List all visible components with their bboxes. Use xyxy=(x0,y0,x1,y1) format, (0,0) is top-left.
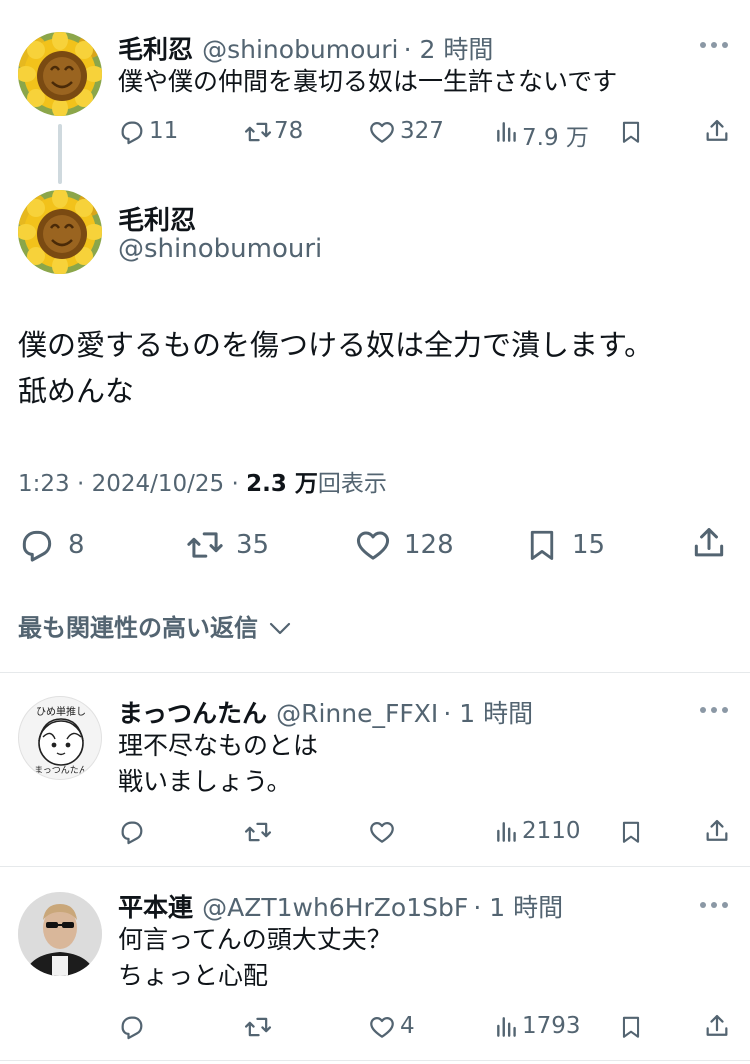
bookmark-icon[interactable] xyxy=(618,118,644,146)
retweet-icon[interactable] xyxy=(184,526,226,564)
divider xyxy=(0,672,750,673)
author-handle[interactable]: @AZT1wh6HrZo1SbF xyxy=(202,893,468,922)
retweet-icon[interactable] xyxy=(243,1013,273,1041)
share-icon[interactable] xyxy=(690,524,728,562)
like-icon[interactable] xyxy=(368,1013,396,1041)
reply-sort-label: 最も関連性の高い返信 xyxy=(18,614,258,642)
like-icon[interactable] xyxy=(368,818,396,846)
view-count: 2110 xyxy=(522,818,581,844)
drawn-face-avatar[interactable]: ひめ単推し まっつんたん xyxy=(18,696,102,780)
sunflower-avatar[interactable] xyxy=(18,190,102,274)
author-handle[interactable]: @Rinne_FFXI xyxy=(276,699,438,728)
view-count: 1793 xyxy=(522,1013,581,1039)
avatar-text-top: ひめ単推し xyxy=(36,707,86,718)
reply-count: 8 xyxy=(68,530,85,560)
author-name[interactable]: 平本連 xyxy=(118,893,193,922)
view-count: 2.3 万 xyxy=(246,471,318,497)
views-icon[interactable] xyxy=(494,1013,520,1041)
view-suffix: 回表示 xyxy=(317,471,387,497)
like-count: 128 xyxy=(404,530,454,560)
tweet-text-line: ちょっと心配 xyxy=(118,961,269,990)
tweet-text-line: 僕の愛するものを傷つける奴は全力で潰します。 xyxy=(18,328,654,362)
like-icon[interactable] xyxy=(354,526,392,564)
author-handle[interactable]: @shinobumouri xyxy=(202,35,398,64)
reply-icon[interactable] xyxy=(18,526,56,564)
tweet-time[interactable]: · 1 時間 xyxy=(473,893,563,922)
sunflower-avatar[interactable] xyxy=(18,32,102,116)
tweet-timestamp[interactable]: 1:23 · 2024/10/25 · xyxy=(18,471,246,497)
retweet-count: 78 xyxy=(274,118,304,144)
reply-icon[interactable] xyxy=(118,118,146,146)
tweet-text: 何言ってんの頭大丈夫？ ちょっと心配 xyxy=(118,922,392,994)
bookmark-icon[interactable] xyxy=(618,1013,644,1041)
tweet-time[interactable]: · 2 時間 xyxy=(404,35,494,64)
share-icon[interactable] xyxy=(703,817,731,845)
more-icon[interactable] xyxy=(700,900,730,910)
tweet-time[interactable]: · 1 時間 xyxy=(443,699,533,728)
views-icon[interactable] xyxy=(494,818,520,846)
author-name[interactable]: 毛利忍 xyxy=(118,35,193,64)
reply-count: 11 xyxy=(149,118,179,144)
author-handle[interactable]: @shinobumouri xyxy=(118,234,322,264)
divider xyxy=(0,1060,750,1061)
share-icon[interactable] xyxy=(703,117,731,145)
avatar-text-bottom: まっつんたん xyxy=(34,766,88,776)
tweet-text: 理不尽なものとは 戦いましょう。 xyxy=(118,728,318,800)
bookmark-icon[interactable] xyxy=(524,526,560,564)
reply-icon[interactable] xyxy=(118,1013,146,1041)
tweet-text-line: 舐めんな xyxy=(18,374,135,408)
person-photo-avatar[interactable] xyxy=(18,892,102,976)
tweet-text: 僕の愛するものを傷つける奴は全力で潰します。 舐めんな xyxy=(18,322,653,414)
reply-sort-dropdown[interactable]: 最も関連性の高い返信 xyxy=(18,608,292,643)
more-icon[interactable] xyxy=(700,705,730,715)
view-count: 7.9 万 xyxy=(522,125,589,151)
author-name[interactable]: 毛利忍 xyxy=(118,200,196,237)
tweet-meta: 1:23 · 2024/10/25 · 2.3 万回表示 xyxy=(18,464,387,498)
tweet-text: 僕や僕の仲間を裏切る奴は一生許さないです xyxy=(118,67,618,96)
share-icon[interactable] xyxy=(703,1012,731,1040)
retweet-icon[interactable] xyxy=(243,118,273,146)
thread-line xyxy=(58,124,62,184)
tweet-text-line: 何言ってんの頭大丈夫？ xyxy=(118,925,392,954)
bookmark-count: 15 xyxy=(572,530,606,560)
author-name[interactable]: まっつんたん xyxy=(118,699,267,728)
like-count: 327 xyxy=(400,118,444,144)
like-count: 4 xyxy=(400,1013,415,1039)
tweet-text-line: 理不尽なものとは xyxy=(118,731,319,760)
views-icon[interactable] xyxy=(494,118,520,146)
chevron-down-icon xyxy=(270,622,291,635)
divider xyxy=(0,866,750,867)
more-icon[interactable] xyxy=(700,40,730,50)
reply-icon[interactable] xyxy=(118,818,146,846)
like-icon[interactable] xyxy=(368,118,396,146)
tweet-text-line: 戦いましょう。 xyxy=(118,767,292,796)
retweet-icon[interactable] xyxy=(243,818,273,846)
retweet-count: 35 xyxy=(236,530,270,560)
bookmark-icon[interactable] xyxy=(618,818,644,846)
